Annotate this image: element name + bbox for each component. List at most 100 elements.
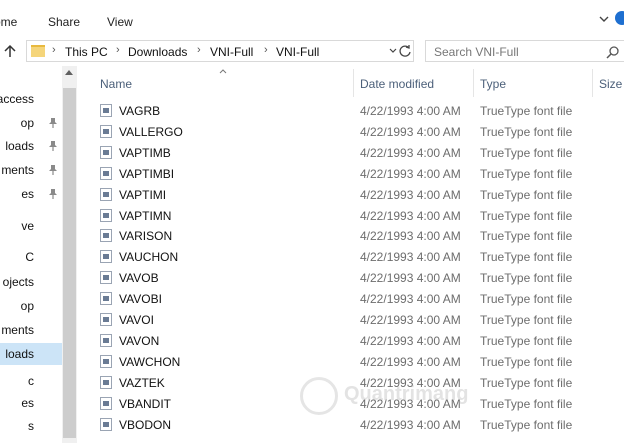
file-name: VAVOBI bbox=[119, 292, 162, 307]
file-name: VAUCHON bbox=[119, 250, 179, 265]
column-header-name[interactable]: Name bbox=[100, 77, 132, 91]
nav-item-label: c bbox=[28, 374, 34, 388]
file-type: TrueType font file bbox=[480, 187, 573, 202]
nav-scrollbar[interactable] bbox=[62, 66, 77, 443]
file-row[interactable]: VAGRB 4/22/1993 4:00 AM TrueType font file bbox=[77, 100, 624, 121]
nav-item[interactable]: s bbox=[0, 415, 62, 437]
nav-item[interactable]: loads bbox=[0, 343, 62, 365]
file-date-modified: 4/22/1993 4:00 AM bbox=[360, 187, 461, 202]
nav-item[interactable]: c bbox=[0, 370, 62, 392]
file-row[interactable]: VAPTIMN 4/22/1993 4:00 AM TrueType font fi… bbox=[77, 205, 624, 226]
tab-view[interactable]: View bbox=[107, 15, 133, 29]
file-row[interactable]: VALLERGO 4/22/1993 4:00 AM TrueType font f… bbox=[77, 121, 624, 142]
file-row[interactable]: VAPTIMB 4/22/1993 4:00 AM TrueType font fi… bbox=[77, 142, 624, 163]
pin-icon[interactable] bbox=[48, 164, 58, 176]
font-file-icon bbox=[100, 229, 112, 243]
nav-item[interactable]: ve bbox=[0, 215, 62, 237]
font-file-icon bbox=[100, 124, 112, 138]
nav-item-label: es bbox=[21, 396, 34, 410]
address-bar[interactable]: › This PC › Downloads › VNI-Full › VNI-F… bbox=[26, 40, 414, 62]
column-header-row: Name Date modified Type Size bbox=[77, 66, 624, 97]
breadcrumb-separator-icon[interactable]: › bbox=[52, 44, 56, 56]
file-name: VAPTIMN bbox=[119, 208, 172, 223]
search-box[interactable]: Search VNI-Full bbox=[425, 40, 624, 62]
nav-item[interactable]: access bbox=[0, 88, 62, 110]
refresh-icon[interactable] bbox=[398, 44, 412, 58]
file-row[interactable]: VAUCHON 4/22/1993 4:00 AM TrueType font fi… bbox=[77, 246, 624, 267]
file-row[interactable]: VAVON 4/22/1993 4:00 AM TrueType font file bbox=[77, 330, 624, 351]
file-name: VAWCHON bbox=[119, 354, 181, 369]
nav-item[interactable]: es bbox=[0, 183, 62, 205]
font-file-icon bbox=[100, 313, 112, 326]
nav-item[interactable]: C bbox=[0, 246, 62, 268]
nav-item[interactable]: op bbox=[0, 112, 62, 134]
file-date-modified: 4/22/1993 4:00 AM bbox=[360, 354, 461, 369]
up-arrow-icon[interactable] bbox=[3, 44, 17, 58]
file-type: TrueType font file bbox=[480, 145, 573, 160]
search-placeholder: Search VNI-Full bbox=[434, 45, 519, 59]
nav-item-label: ments bbox=[1, 163, 34, 177]
file-row[interactable]: VAVOB 4/22/1993 4:00 AM TrueType font file bbox=[77, 267, 624, 288]
help-icon[interactable] bbox=[615, 11, 624, 25]
font-file-icon bbox=[100, 417, 112, 431]
breadcrumb-this-pc[interactable]: This PC bbox=[65, 45, 108, 59]
search-icon[interactable] bbox=[606, 45, 620, 59]
watermark-logo: Quantrimang bbox=[300, 375, 468, 425]
nav-item-label: loads bbox=[5, 139, 34, 153]
scrollbar-thumb[interactable] bbox=[63, 88, 76, 438]
file-name: VAPTIMBI bbox=[119, 166, 175, 181]
nav-item-label: loads bbox=[5, 347, 34, 361]
file-date-modified: 4/22/1993 4:00 AM bbox=[360, 229, 461, 244]
nav-item[interactable]: es bbox=[0, 392, 62, 414]
breadcrumb-separator-icon[interactable]: › bbox=[197, 44, 201, 56]
tab-share[interactable]: Share bbox=[48, 15, 80, 29]
address-dropdown-icon[interactable] bbox=[389, 48, 397, 54]
font-file-icon bbox=[100, 166, 112, 180]
nav-item[interactable]: ments bbox=[0, 159, 62, 181]
expand-ribbon-chevron-icon[interactable] bbox=[598, 13, 610, 25]
file-type: TrueType font file bbox=[480, 208, 573, 223]
file-name: VAVOI bbox=[119, 313, 154, 327]
column-header-date[interactable]: Date modified bbox=[360, 77, 434, 91]
file-row[interactable]: VARISON 4/22/1993 4:00 AM TrueType font fi… bbox=[77, 225, 624, 246]
file-type: TrueType font file bbox=[480, 292, 573, 307]
pin-icon[interactable] bbox=[48, 140, 58, 152]
file-date-modified: 4/22/1993 4:00 AM bbox=[360, 271, 461, 286]
nav-item[interactable]: ments bbox=[0, 319, 62, 341]
column-header-size[interactable]: Size bbox=[599, 77, 622, 91]
ribbon: ome Share View bbox=[0, 0, 624, 38]
file-row[interactable]: VAPTIMI 4/22/1993 4:00 AM TrueType font fi… bbox=[77, 184, 624, 205]
font-file-icon bbox=[100, 354, 112, 368]
column-divider[interactable] bbox=[592, 69, 593, 97]
breadcrumb-downloads[interactable]: Downloads bbox=[128, 45, 187, 59]
nav-item[interactable]: loads bbox=[0, 135, 62, 157]
file-row[interactable]: VAWCHON 4/22/1993 4:00 AM TrueType font fi… bbox=[77, 351, 624, 372]
font-file-icon bbox=[100, 375, 112, 389]
file-type: TrueType font file bbox=[480, 124, 573, 139]
nav-item-label: s bbox=[28, 419, 34, 433]
pin-icon[interactable] bbox=[48, 188, 58, 200]
scroll-up-icon[interactable] bbox=[65, 70, 73, 75]
file-type: TrueType font file bbox=[480, 271, 573, 286]
file-date-modified: 4/22/1993 4:00 AM bbox=[360, 250, 461, 265]
nav-item[interactable]: op bbox=[0, 295, 62, 317]
file-row[interactable]: VAVOI 4/22/1993 4:00 AM TrueType font file bbox=[77, 309, 624, 330]
file-row[interactable]: VAPTIMBI 4/22/1993 4:00 AM TrueType font f… bbox=[77, 163, 624, 184]
nav-item-label: es bbox=[21, 187, 34, 201]
file-date-modified: 4/22/1993 4:00 AM bbox=[360, 208, 461, 223]
nav-item[interactable]: ojects bbox=[0, 271, 62, 293]
sort-ascending-icon bbox=[219, 69, 227, 74]
file-name: VBANDIT bbox=[119, 396, 172, 411]
file-row[interactable]: VAVOBI 4/22/1993 4:00 AM TrueType font fil… bbox=[77, 288, 624, 309]
column-divider[interactable] bbox=[473, 69, 474, 97]
pin-icon[interactable] bbox=[48, 117, 58, 129]
breadcrumb-separator-icon[interactable]: › bbox=[116, 44, 120, 56]
nav-item-label: ve bbox=[21, 219, 34, 233]
tab-home[interactable]: ome bbox=[0, 15, 17, 29]
breadcrumb-vni-full-current[interactable]: VNI-Full bbox=[276, 45, 319, 59]
column-header-type[interactable]: Type bbox=[480, 77, 506, 91]
nav-item-label: C bbox=[25, 250, 34, 264]
column-divider[interactable] bbox=[353, 69, 354, 97]
breadcrumb-separator-icon[interactable]: › bbox=[264, 44, 268, 56]
breadcrumb-vni-full[interactable]: VNI-Full bbox=[210, 45, 253, 59]
